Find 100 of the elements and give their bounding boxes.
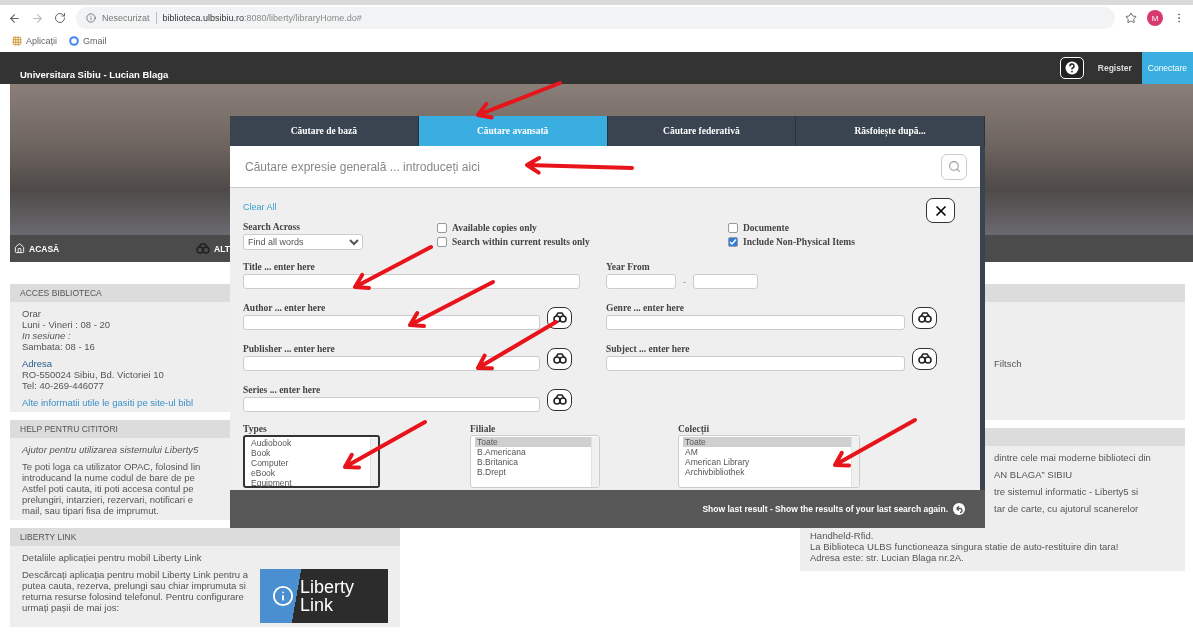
info-text: In sesiune : [22, 330, 72, 341]
info-text: Orar [22, 308, 42, 319]
checkbox[interactable] [437, 223, 447, 233]
info-text: tar de carte, cu ajutorul scanerelor [994, 503, 1140, 514]
star-icon[interactable] [1125, 12, 1137, 24]
search-icon [947, 160, 961, 173]
list-option[interactable]: Toate [475, 437, 591, 447]
checkbox[interactable] [728, 223, 738, 233]
input-field[interactable] [243, 397, 540, 412]
list-box[interactable]: Toate AM American Library Archivbibliothek [678, 435, 860, 488]
security-label: Nesecurizat [102, 13, 150, 23]
field-label: Subject ... enter here [606, 344, 691, 354]
list-option[interactable]: Equipment [249, 478, 292, 488]
apps-grid-icon [12, 36, 22, 46]
info-text: mail, sau tipari fisa de imprumut. [22, 505, 160, 516]
info-text: Sambata: 08 - 16 [22, 341, 96, 352]
lookup-button[interactable] [912, 347, 937, 370]
scrollbar[interactable] [591, 437, 599, 487]
checkbox-option[interactable]: Include Non-Physical Items [728, 236, 967, 248]
input-field[interactable] [606, 274, 676, 289]
binoculars-icon [196, 243, 210, 254]
list-option[interactable]: Computer [249, 458, 289, 468]
list-option[interactable]: Book [249, 448, 271, 458]
promo-text: Descărcați aplicația pentru mobil Liberty Link pentru a putea cauta, rezerva, prelungi sau chiar imprumuta si returna resurse folosind telefonul. Pentru configurare urmați pașii de mai jos: [22, 569, 249, 613]
list-option[interactable]: American Library [683, 457, 750, 467]
checkbox-option[interactable]: Search within current results only [437, 236, 728, 248]
list-option[interactable]: Archivbibliothek [683, 467, 745, 477]
checkbox-option[interactable]: Documente [728, 222, 967, 234]
info-text: Astfel poti cauta, iti poti accesa contul pe [22, 483, 195, 494]
binoculars-icon [552, 312, 567, 323]
list-option[interactable]: Audiobook [249, 438, 292, 448]
reload-icon[interactable] [54, 12, 66, 24]
scrollbar[interactable] [851, 437, 859, 487]
site-title: Universitara Sibiu - Lucian Blaga [20, 69, 170, 82]
field-label: Year From [606, 262, 651, 272]
list-box[interactable]: Toate B.Americana B.Britanica B.Drept [470, 435, 600, 488]
profile-avatar[interactable]: M [1147, 10, 1163, 26]
lookup-button[interactable] [547, 306, 572, 329]
help-icon [1064, 61, 1079, 75]
list-option[interactable]: B.Drept [475, 467, 506, 477]
binoculars-icon [917, 353, 932, 364]
info-text: RO-550024 Sibiu, Bd. Victoriei 10 [22, 369, 165, 380]
close-button[interactable] [926, 198, 955, 223]
info-text: Luni - Vineri : 08 - 20 [22, 319, 111, 330]
search-across-select[interactable]: Find all words [243, 234, 363, 250]
input-field[interactable] [243, 356, 540, 371]
bookmark-item[interactable]: Aplicații [12, 36, 57, 46]
logo-text: Link [300, 596, 334, 614]
field-label: Title ... enter here [243, 262, 316, 272]
list-option[interactable]: eBook [249, 468, 276, 478]
scrollbar[interactable] [370, 438, 378, 486]
info-text: Handheld-Rfid. [810, 530, 875, 541]
lookup-button[interactable] [912, 306, 937, 329]
register-link[interactable]: Register [1097, 63, 1132, 73]
list-option[interactable]: B.Americana [475, 447, 526, 457]
checkbox[interactable] [437, 237, 447, 247]
undo-icon[interactable] [953, 503, 965, 515]
search-button[interactable] [941, 153, 967, 180]
info-text: Detaliile aplicației pentru mobil Liberty Link [22, 552, 203, 563]
input-field[interactable] [606, 315, 905, 330]
list-box[interactable]: Audiobook Book Computer eBook Equipment [243, 435, 380, 488]
input-field[interactable] [693, 274, 758, 289]
binoculars-icon [552, 394, 567, 405]
field-label: Series ... enter here [243, 385, 322, 395]
url-text: biblioteca.ulbsibiu.ro:8080/liberty/libraryHome.do# [162, 13, 362, 23]
checkbox-option[interactable]: Available copies only [437, 222, 728, 234]
info-text: AN BLAGA” SIBIU [994, 469, 1074, 480]
info-text: Adresa este: str. Lucian Blaga nr.2A. [810, 552, 965, 563]
info-text: Tel: 40-269-446077 [22, 380, 105, 391]
search-bar[interactable]: Căutare expresie generală ... introduceți aici [230, 146, 980, 188]
panel-heading: LIBERTY LINK [10, 528, 400, 546]
checkbox[interactable] [728, 237, 738, 247]
help-button[interactable] [1059, 57, 1084, 79]
info-icon[interactable] [86, 13, 96, 23]
field-label: Author ... enter here [243, 303, 327, 313]
nav-link[interactable]: ACASĂ [10, 243, 192, 254]
last-result-link[interactable]: Show last result - Show the results of your last search again. [702, 504, 948, 514]
binoculars-icon [917, 312, 932, 323]
info-text: Ajutor pentru utilizarea sistemului Liberty5 [22, 444, 200, 455]
list-option[interactable]: Toate [683, 437, 851, 447]
input-field[interactable] [243, 315, 540, 330]
home-icon [14, 243, 25, 254]
info-icon [272, 585, 295, 607]
field-label: Filiale [470, 424, 497, 434]
input-field[interactable] [243, 274, 580, 289]
back-icon[interactable] [8, 11, 21, 25]
input-field[interactable] [606, 356, 905, 371]
bookmark-item[interactable]: Gmail [69, 36, 107, 46]
field-label: Colecții [678, 424, 711, 434]
address-bar[interactable]: Nesecurizat biblioteca.ulbsibiu.ro:8080/liberty/libraryHome.do# [76, 7, 1115, 29]
info-text: dintre cele mai moderne biblioteci din [994, 452, 1152, 463]
info-text: Te poti loga ca utilizator OPAC, folosind lin [22, 461, 202, 472]
binoculars-icon [552, 353, 567, 364]
field-label: Publisher ... enter here [243, 344, 336, 354]
info-text: La Biblioteca ULBS functioneaza singura statie de auto-restituire din tara! [810, 541, 1120, 552]
list-option[interactable]: B.Britanica [475, 457, 519, 467]
lookup-button[interactable] [547, 347, 572, 370]
lookup-button[interactable] [547, 388, 572, 411]
range-separator: - [683, 276, 686, 287]
list-option[interactable]: AM [683, 447, 698, 457]
